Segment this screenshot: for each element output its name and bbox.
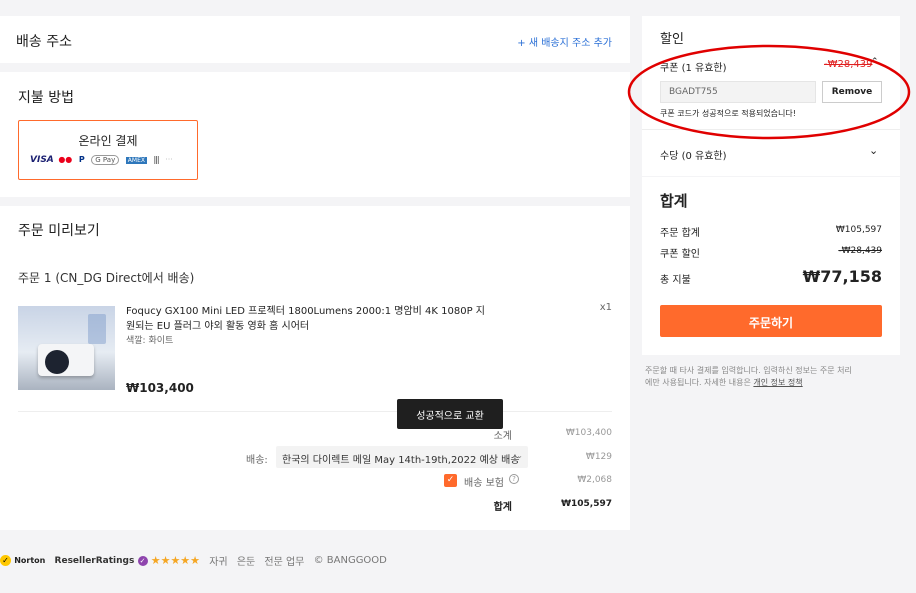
product-name-line1[interactable]: Foqucy GX100 Mini LED 프로젝터 1800Lumens 20… [126,302,485,317]
payment-card: 지불 방법 온라인 결제 VISA ●● P G Pay AMEX ||| ··… [0,72,630,197]
shipping-method-select[interactable]: 한국의 다이렉트 메일 May 14th-19th,2022 예상 배송 ⌄ [276,446,528,468]
order-preview-card: 주문 미리보기 주문 1 (CN_DG Direct에서 배송) Foqucy … [0,206,630,530]
shipping-method-value: 한국의 다이렉트 메일 May 14th-19th,2022 예상 배송 [282,455,520,466]
footer-link[interactable]: 은둔 [237,557,255,568]
shipping-value: ₩129 [585,452,612,462]
payment-logos: VISA ●● P G Pay AMEX ||| ··· [30,155,173,165]
order-total-value: ₩105,597 [561,499,612,509]
norton-check-icon: ✓ [0,555,11,566]
insurance-label: 배송 보험 [464,478,504,489]
mastercard-icon: ●● [58,155,73,164]
amex-icon: AMEX [125,157,147,164]
grand-total-value: ₩77,158 [802,267,882,286]
summary-title: 합계 [660,192,688,210]
coupon-discount-label: 쿠폰 할인 [660,249,700,260]
product-image[interactable] [18,306,115,390]
coupon-discount-value: -₩28,439 [838,246,882,256]
visa-icon: VISA [30,155,54,165]
product-name-line2[interactable]: 원되는 EU 플러그 야외 활동 영화 홈 시어터 [126,317,309,332]
verified-badge-icon: ✓ [137,555,148,566]
order-total-label: 합계 [493,502,512,513]
online-payment-label: 온라인 결제 [78,134,138,148]
footer-link[interactable]: 전문 업무 [264,557,304,568]
payment-notice-line2: 에만 사용됩니다. 자세한 내용은 개인 정보 정책 [645,377,803,388]
toast-text: 성공적으로 교환 [416,411,484,422]
shipment-label: 주문 1 (CN_DG Direct에서 배송) [18,271,195,285]
shipping-label: 배송: [246,455,268,466]
chevron-down-icon[interactable]: ⌄ [869,144,878,157]
privacy-policy-link[interactable]: 개인 정보 정책 [753,378,802,387]
online-payment-option[interactable]: 온라인 결제 VISA ●● P G Pay AMEX ||| ··· [18,120,198,180]
payment-notice-line1: 주문할 때 타사 결제를 입력합니다. 입력하신 정보는 주문 처리 [645,366,852,375]
subtotal-label: 소계 [493,431,512,442]
divider [18,411,612,412]
points-label[interactable]: 수당 (0 유효한) [660,147,727,162]
insurance-checkbox[interactable]: ✓ [444,474,457,487]
toast-message: 성공적으로 교환 [397,399,503,429]
chevron-down-icon: ⌄ [516,451,523,460]
checkout-button[interactable]: 주문하기 [660,305,882,337]
rating-stars: ★★★★★ [150,554,201,567]
subtotal-value: ₩103,400 [565,428,612,438]
reseller-ratings-logo: ResellerRatings [54,555,135,566]
paypal-icon: P [78,155,85,164]
gpay-icon: G Pay [91,155,120,165]
checkout-label: 주문하기 [748,316,794,330]
cup-shape [88,314,106,344]
order-preview-title: 주문 미리보기 [18,223,100,239]
summary-card: 합계 주문 합계 ₩105,597 쿠폰 할인 -₩28,439 총 지불 ₩7… [642,177,900,355]
grand-total-label: 총 지불 [660,275,691,286]
order-total-summary-label: 주문 합계 [660,228,700,239]
product-qty: x1 [599,302,612,313]
help-icon[interactable]: ? [509,474,519,484]
address-card: 배송 주소 + 새 배송지 주소 추가 [0,16,630,63]
product-variant: 색깔: 화이트 [126,336,174,346]
norton-logo: Norton [14,556,46,565]
address-title: 배송 주소 [16,34,72,50]
order-total-summary-value: ₩105,597 [835,225,882,235]
notice-text: 에만 사용됩니다. 자세한 내용은 [645,378,754,387]
insurance-value: ₩2,068 [577,475,612,485]
barcode-icon: ||| [153,155,160,164]
payment-title: 지불 방법 [18,90,74,106]
footer: ✓ Norton ResellerRatings ✓ ★★★★★ 자귀 은둔 전… [0,553,387,568]
lens-icon [45,350,69,374]
more-icon: ··· [165,155,173,164]
add-address-link[interactable]: + 새 배송지 주소 추가 [517,34,612,49]
copyright: © BANGGOOD [313,555,387,566]
footer-link[interactable]: 자귀 [209,557,227,568]
discount-card: 할인 쿠폰 (1 유효한) -₩28,439 ⌃ BGADT755 Remove… [627,16,911,176]
annotation-ellipse [627,44,911,140]
product-price: ₩103,400 [126,381,194,395]
